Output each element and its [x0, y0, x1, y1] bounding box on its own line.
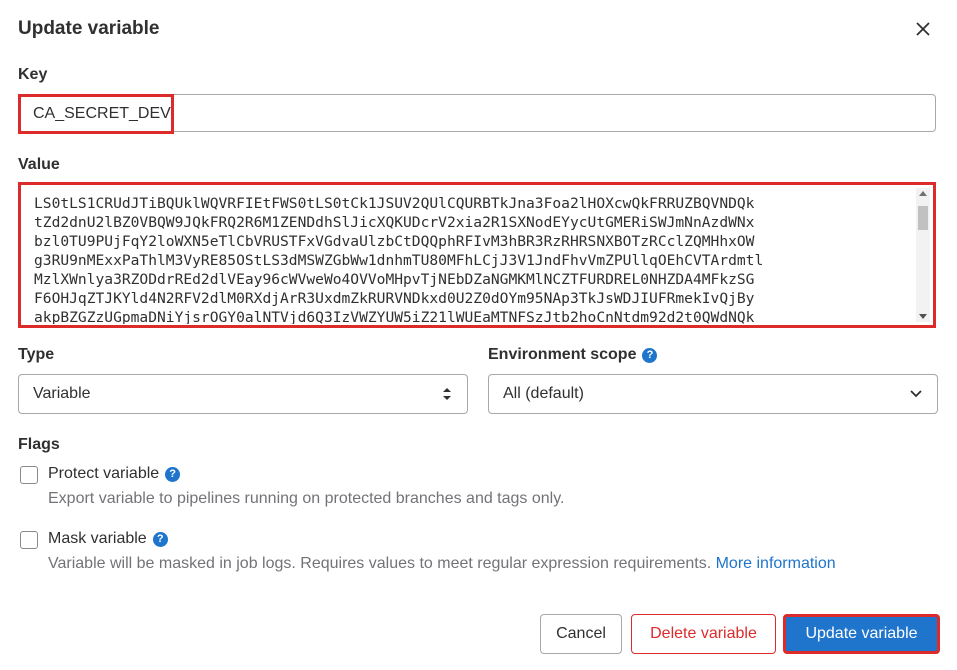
modal-title: Update variable: [18, 18, 160, 39]
protect-variable-help: Export variable to pipelines running on …: [48, 490, 565, 507]
help-icon[interactable]: ?: [165, 467, 181, 482]
close-button[interactable]: [912, 18, 934, 40]
value-line: bzl0TU9PUjFqY2loWXN5eTlCbVRUSTFxVGdvaUlz…: [34, 233, 755, 250]
help-icon[interactable]: ?: [642, 348, 658, 363]
mask-variable-help-text: Variable will be masked in job logs. Req…: [48, 555, 712, 572]
scroll-up-icon[interactable]: [919, 191, 927, 196]
value-line: MzlXWnlya3RZODdrREd2dlVEay96cWVweWo4OVVo…: [34, 271, 755, 288]
flags-label: Flags: [18, 436, 60, 453]
chevron-down-icon: [910, 390, 922, 398]
value-textarea-content: LS0tLS1CRUdJTiBQUklWQVRFIEtFWS0tLS0tCk1J…: [34, 194, 910, 324]
type-select[interactable]: Variable: [18, 374, 468, 414]
value-line: akpBZGZzUGpmaDNiYjsrOGY0alNTVjd6Q3IzVWZY…: [34, 309, 755, 324]
more-information-link[interactable]: More information: [716, 555, 836, 572]
close-icon: [916, 22, 930, 36]
scrollbar-thumb[interactable]: [918, 206, 928, 230]
key-input-value: CA_SECRET_DEV: [33, 105, 171, 122]
delete-variable-button[interactable]: Delete variable: [631, 614, 776, 654]
mask-variable-checkbox[interactable]: [20, 531, 38, 549]
type-select-value: Variable: [33, 385, 91, 402]
environment-scope-label-text: Environment scope: [488, 346, 637, 363]
scroll-down-icon[interactable]: [919, 314, 927, 319]
value-line: tZd2dnU2lBZ0VBQW9JQkFRQ2R6M1ZENDdhSlJicX…: [34, 214, 755, 231]
cancel-button[interactable]: Cancel: [540, 614, 622, 654]
sort-arrows-icon: [443, 388, 451, 400]
key-label: Key: [18, 66, 48, 83]
environment-scope-select[interactable]: All (default): [488, 374, 938, 414]
value-label: Value: [18, 156, 60, 173]
value-scrollbar[interactable]: [916, 188, 930, 322]
value-line: g3RU9nMExxPaThlM3VyRE85OStLS3dMSWZGbWw1d…: [34, 252, 764, 269]
mask-variable-label: Mask variable: [48, 530, 147, 547]
protect-variable-label: Protect variable: [48, 465, 160, 482]
key-input[interactable]: CA_SECRET_DEV: [18, 94, 936, 132]
value-line: LS0tLS1CRUdJTiBQUklWQVRFIEtFWS0tLS0tCk1J…: [34, 195, 755, 212]
value-line: F6OHJqZTJKYld4N2RFV2dlM0RXdjArR3UxdmZkRU…: [34, 290, 755, 307]
protect-variable-title: Protect variable?: [48, 465, 181, 483]
value-textarea[interactable]: LS0tLS1CRUdJTiBQUklWQVRFIEtFWS0tLS0tCk1J…: [18, 182, 936, 328]
mask-variable-help: Variable will be masked in job logs. Req…: [48, 555, 836, 573]
environment-scope-value: All (default): [503, 385, 584, 402]
environment-scope-label: Environment scope?: [488, 346, 658, 364]
protect-variable-checkbox[interactable]: [20, 466, 38, 484]
mask-variable-title: Mask variable?: [48, 530, 168, 548]
type-label: Type: [18, 346, 55, 363]
help-icon[interactable]: ?: [152, 532, 168, 547]
update-variable-button[interactable]: Update variable: [783, 614, 940, 654]
